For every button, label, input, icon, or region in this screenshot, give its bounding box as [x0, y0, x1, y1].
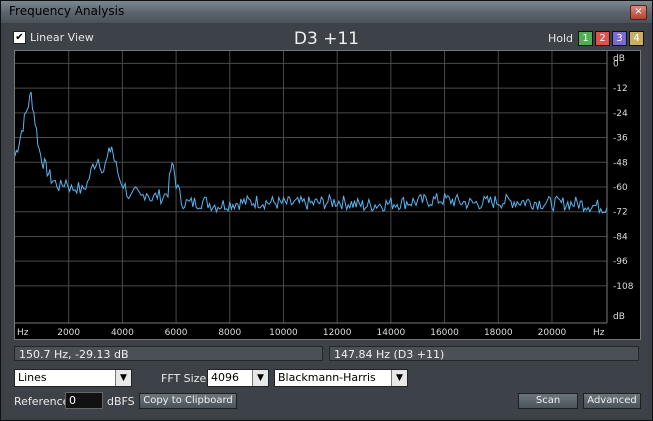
spectrum-line: [14, 91, 608, 215]
spectrum-svg: 2000 4000 6000 8000 10000 12000 14000 16000 1800…: [14, 51, 634, 338]
y-tick-label: -84: [613, 232, 628, 242]
panel: ✔ Linear View D3 +11 Hold 1 2 3 4 2000 40…: [5, 24, 648, 418]
x-tick-label: 18000: [484, 328, 513, 338]
window-function-value: Blackmann-Harris: [278, 371, 376, 384]
y-tick-label: -48: [613, 158, 628, 168]
x-unit-label-right: Hz: [593, 328, 605, 338]
window-function-select[interactable]: Blackmann-Harris ▼: [274, 369, 408, 387]
display-mode-value: Lines: [18, 371, 47, 384]
chevron-down-icon[interactable]: ▼: [252, 370, 268, 386]
x-tick-label: 2000: [57, 328, 80, 338]
cursor-readout: 150.7 Hz, -29.13 dB: [14, 346, 323, 361]
x-unit-label-left: Hz: [17, 328, 29, 338]
hold-button-1[interactable]: 1: [578, 31, 593, 46]
y-tick-label: -60: [613, 183, 628, 193]
y-unit-label-bottom: dB: [613, 312, 625, 322]
peak-readout: 147.84 Hz (D3 +11): [329, 346, 639, 361]
y-tick-label: -36: [613, 134, 628, 144]
hold-group: Hold 1 2 3 4: [548, 31, 644, 46]
x-tick-label: 20000: [538, 328, 567, 338]
x-tick-label: 6000: [165, 328, 188, 338]
y-tick-label: -96: [613, 257, 628, 267]
advanced-button[interactable]: Advanced: [583, 393, 641, 409]
reference-unit: dBFS: [107, 395, 135, 408]
x-tick-label: 16000: [430, 328, 459, 338]
hold-button-2[interactable]: 2: [595, 31, 610, 46]
y-tick-label: -108: [613, 282, 634, 292]
hold-button-4[interactable]: 4: [629, 31, 644, 46]
x-tick-label: 12000: [323, 328, 352, 338]
hold-label: Hold: [547, 32, 573, 45]
reference-label: Reference: [14, 395, 70, 408]
scan-button[interactable]: Scan: [518, 393, 578, 409]
y-tick-label: -12: [613, 84, 628, 94]
close-button[interactable]: ×: [630, 5, 647, 20]
spectrum-plot[interactable]: 2000 4000 6000 8000 10000 12000 14000 16000 1800…: [14, 50, 641, 340]
chevron-down-icon[interactable]: ▼: [391, 370, 407, 386]
x-tick-label: 4000: [111, 328, 134, 338]
fft-size-value: 4096: [211, 371, 239, 384]
title-bar[interactable]: Frequency Analysis ×: [1, 1, 652, 23]
window-title: Frequency Analysis: [9, 4, 125, 18]
fft-size-label: FFT Size: [161, 372, 207, 385]
y-tick-label: -72: [613, 208, 628, 218]
x-tick-label: 10000: [269, 328, 298, 338]
copy-to-clipboard-button[interactable]: Copy to Clipboard: [139, 393, 237, 409]
hold-button-3[interactable]: 3: [612, 31, 627, 46]
fft-size-select[interactable]: 4096 ▼: [207, 369, 269, 387]
frequency-analysis-window: Frequency Analysis × ✔ Linear View D3 +1…: [0, 0, 653, 421]
x-tick-label: 8000: [218, 328, 241, 338]
x-tick-label: 14000: [377, 328, 406, 338]
reference-input[interactable]: 0: [65, 392, 103, 409]
y-unit-label-top: dB: [613, 54, 625, 64]
display-mode-select[interactable]: Lines ▼: [14, 369, 132, 387]
chevron-down-icon[interactable]: ▼: [115, 370, 131, 386]
y-tick-label: -24: [613, 109, 628, 119]
